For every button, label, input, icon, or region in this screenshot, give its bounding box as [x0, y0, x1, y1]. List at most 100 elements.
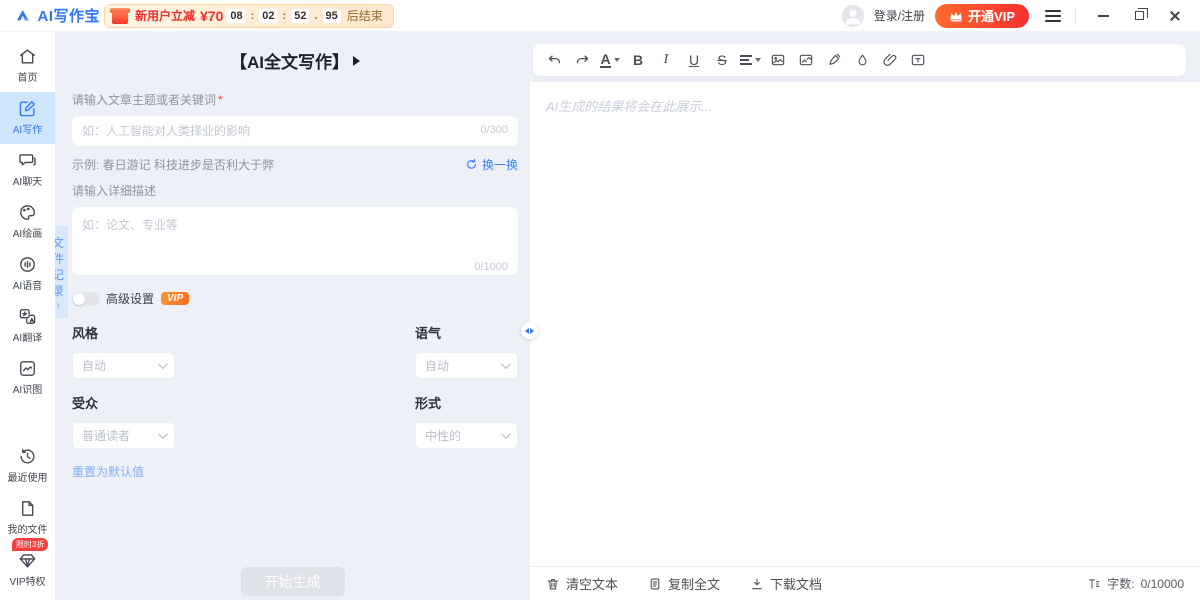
- promo-suffix: 后结束: [347, 7, 383, 24]
- toggle-knob: [73, 293, 85, 305]
- strikethrough-button[interactable]: S: [709, 47, 735, 73]
- close-button[interactable]: [1162, 3, 1188, 29]
- format-painter-button[interactable]: [821, 47, 847, 73]
- copy-icon: [648, 577, 662, 591]
- word-count: 字数: 0/10000: [1087, 575, 1184, 592]
- insert-image-button[interactable]: [765, 47, 791, 73]
- discount-badge: 限时3折: [12, 538, 48, 551]
- minimize-button[interactable]: [1090, 3, 1116, 29]
- chevron-down-icon: [501, 429, 511, 439]
- attach-button[interactable]: [877, 47, 903, 73]
- vip-button-label: 开通VIP: [968, 6, 1015, 25]
- insert-textbox-button[interactable]: [905, 47, 931, 73]
- sidebar-item-my-files[interactable]: 我的文件: [0, 492, 55, 544]
- font-color-button[interactable]: A: [597, 47, 623, 73]
- textbox-icon: [910, 52, 926, 68]
- panel-splitter-handle[interactable]: [521, 322, 538, 339]
- italic-button[interactable]: I: [653, 47, 679, 73]
- description-label: 请输入详细描述: [72, 182, 518, 199]
- audience-label: 受众: [72, 393, 175, 412]
- sidebar-item-vip-privileges[interactable]: 限时3折 VIP特权: [0, 544, 55, 596]
- ink-button[interactable]: [849, 47, 875, 73]
- promo-banner[interactable]: 新用户立减 ¥70 08 : 02 : 52 . 95 后结束: [104, 4, 394, 28]
- audience-select[interactable]: 普通读者: [72, 422, 175, 449]
- expand-arrow-icon[interactable]: [353, 56, 360, 66]
- sidebar-item-label: 我的文件: [8, 521, 48, 536]
- vip-diamond-icon: [18, 551, 37, 570]
- format-select[interactable]: 中性的: [415, 422, 518, 449]
- editor-placeholder: AI生成的结果将会在此展示...: [546, 96, 1184, 115]
- sidebar-bottom-group: 最近使用 我的文件 限时3折 VIP特权: [0, 440, 55, 600]
- tone-select[interactable]: 自动: [415, 352, 518, 379]
- gift-icon: [109, 3, 131, 25]
- menu-icon[interactable]: [1045, 10, 1061, 22]
- bold-button[interactable]: B: [625, 47, 651, 73]
- countdown-separator: :: [251, 10, 255, 22]
- arrow-left-icon: [525, 328, 529, 334]
- sidebar: 首页 AI写作 AI聊天 AI绘画: [0, 32, 55, 600]
- format-value: 中性的: [425, 427, 461, 444]
- underline-button[interactable]: U: [681, 47, 707, 73]
- word-count-label: 字数:: [1107, 575, 1134, 592]
- login-register-link[interactable]: 登录/注册: [874, 7, 925, 24]
- image-icon: [770, 52, 786, 68]
- sidebar-item-home[interactable]: 首页: [0, 40, 55, 92]
- edit-image-button[interactable]: [793, 47, 819, 73]
- sidebar-item-ai-translate[interactable]: AI翻译: [0, 300, 55, 352]
- sidebar-item-recent[interactable]: 最近使用: [0, 440, 55, 492]
- advanced-settings-toggle[interactable]: [72, 292, 99, 306]
- sidebar-item-label: AI写作: [13, 121, 42, 136]
- description-textarea[interactable]: [72, 207, 518, 275]
- trash-icon: [546, 577, 560, 591]
- sidebar-item-ai-chat[interactable]: AI聊天: [0, 144, 55, 196]
- align-button[interactable]: [737, 47, 763, 73]
- promo-text: 新用户立减: [135, 7, 195, 24]
- caret-down-icon: [755, 58, 761, 62]
- brush-icon: [826, 52, 842, 68]
- arrow-right-icon: [530, 328, 534, 334]
- restore-button[interactable]: [1126, 3, 1152, 29]
- editor-footer: 清空文本 复制全文 下载文档 字数: 0/10000: [530, 566, 1200, 600]
- redo-icon: [575, 53, 590, 68]
- shuffle-label: 换一换: [482, 156, 518, 173]
- sidebar-item-label: 首页: [18, 69, 38, 84]
- copy-all-button[interactable]: 复制全文: [648, 574, 720, 593]
- logo-icon: [14, 7, 31, 25]
- copy-all-label: 复制全文: [668, 574, 720, 593]
- sidebar-item-label: AI识图: [13, 381, 42, 396]
- word-count-icon: [1087, 577, 1101, 591]
- shuffle-button[interactable]: 换一换: [465, 156, 518, 173]
- undo-icon: [547, 53, 562, 68]
- reset-defaults-link[interactable]: 重置为默认值: [72, 463, 518, 480]
- sidebar-item-ai-voice[interactable]: AI语音: [0, 248, 55, 300]
- example-text: 示例: 春日游记 科技进步是否利大于弊: [72, 156, 274, 173]
- close-icon: [1169, 10, 1181, 22]
- countdown-centis: 95: [323, 9, 341, 23]
- clear-text-button[interactable]: 清空文本: [546, 574, 618, 593]
- generate-button[interactable]: 开始生成: [241, 567, 345, 596]
- download-doc-button[interactable]: 下载文档: [750, 574, 822, 593]
- result-editor[interactable]: AI生成的结果将会在此展示...: [530, 82, 1200, 566]
- topic-char-counter: 0/300: [480, 124, 508, 136]
- sidebar-item-ai-painting[interactable]: AI绘画: [0, 196, 55, 248]
- sidebar-item-label: AI语音: [13, 277, 42, 292]
- avatar[interactable]: [842, 5, 864, 27]
- style-select[interactable]: 自动: [72, 352, 175, 379]
- crown-icon: [949, 10, 963, 22]
- topic-input[interactable]: [72, 116, 518, 146]
- page-title: 【AI全文写作】: [230, 48, 349, 73]
- sidebar-item-ai-writing[interactable]: AI写作: [0, 92, 55, 144]
- image-edit-icon: [798, 52, 814, 68]
- word-count-value: 0/10000: [1141, 577, 1184, 591]
- font-color-letter: A: [600, 53, 610, 68]
- sidebar-item-ai-image-recognition[interactable]: AI识图: [0, 352, 55, 404]
- undo-button[interactable]: [541, 47, 567, 73]
- open-vip-button[interactable]: 开通VIP: [935, 4, 1029, 28]
- palette-icon: [18, 203, 37, 222]
- chevron-down-icon: [158, 359, 168, 369]
- tone-label: 语气: [415, 323, 518, 342]
- redo-button[interactable]: [569, 47, 595, 73]
- home-icon: [18, 47, 37, 66]
- chevron-down-icon: [158, 429, 168, 439]
- app-logo: AI写作宝: [0, 5, 100, 26]
